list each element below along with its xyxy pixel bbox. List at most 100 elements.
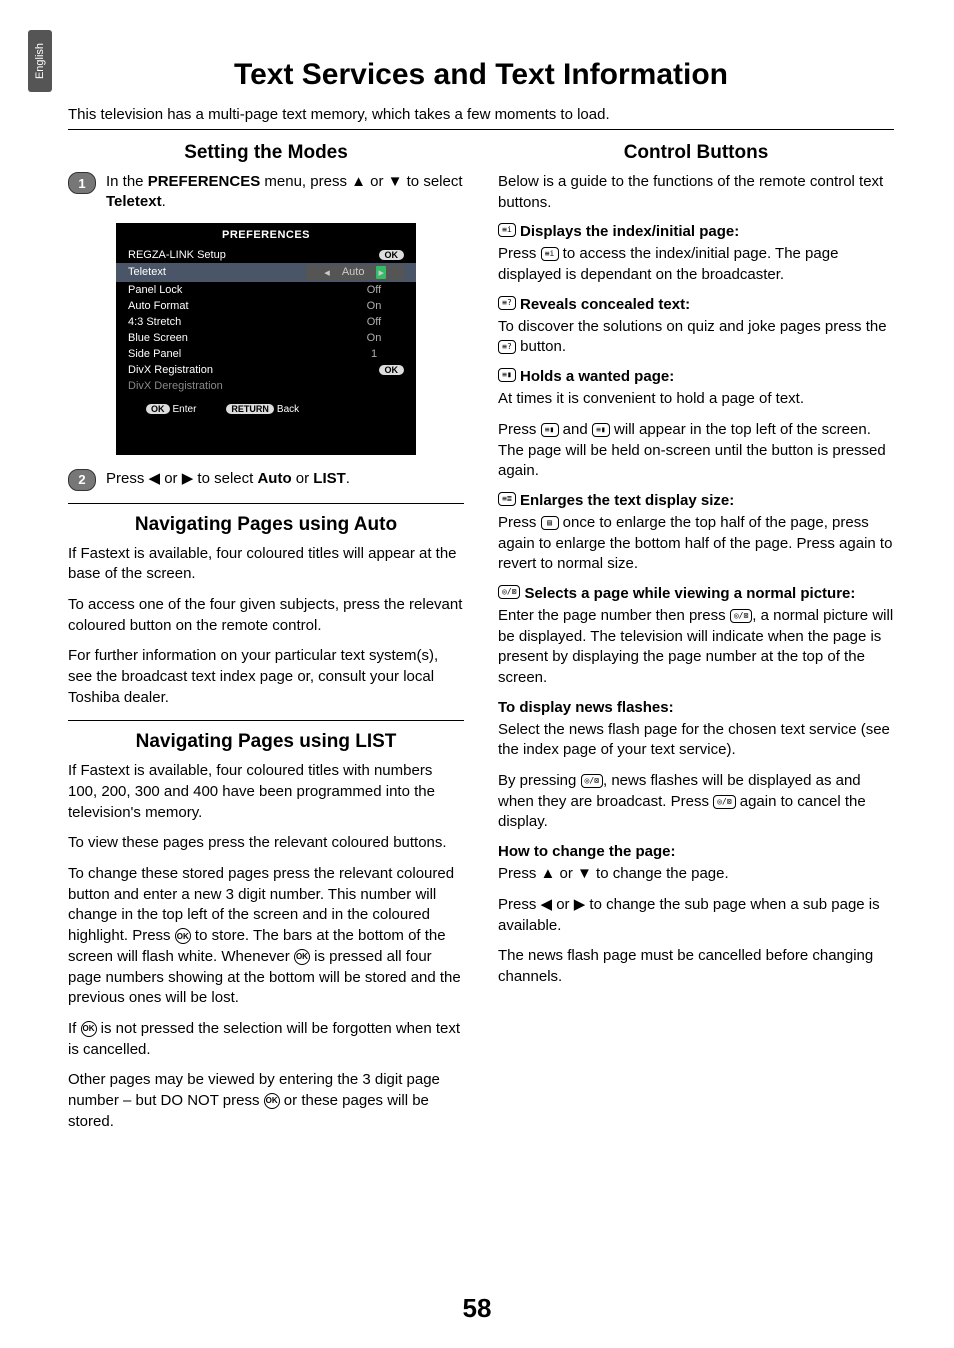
label: DivX Deregistration bbox=[128, 380, 223, 392]
left-column: Setting the Modes 1 In the PREFERENCES m… bbox=[68, 140, 464, 1142]
language-tab-label: English bbox=[34, 43, 46, 79]
t: Holds a wanted page: bbox=[520, 368, 674, 385]
tv-row-auto-format: Auto Format On bbox=[116, 298, 416, 314]
t: PREFERENCES bbox=[148, 173, 261, 190]
t: Teletext bbox=[106, 193, 162, 210]
teletext-pip-icon: ◎/⊠ bbox=[498, 585, 520, 599]
teletext-index-icon: ≡i bbox=[541, 247, 559, 261]
t: button. bbox=[516, 338, 566, 355]
ok-icon: OK bbox=[81, 1021, 97, 1037]
two-column-layout: Setting the Modes 1 In the PREFERENCES m… bbox=[68, 140, 894, 1142]
ok-icon: OK bbox=[294, 949, 310, 965]
t: and bbox=[559, 421, 592, 438]
teletext-enlarge-icon: ≡≣ bbox=[498, 492, 516, 506]
label: Panel Lock bbox=[128, 284, 182, 296]
tv-menu-preferences: PREFERENCES REGZA-LINK SetupOK TeletextA… bbox=[116, 223, 416, 455]
t: Enter bbox=[173, 404, 197, 415]
page-title: Text Services and Text Information bbox=[68, 58, 894, 92]
t: Enlarges the text display size: bbox=[520, 492, 734, 509]
step-badge-1: 1 bbox=[68, 172, 96, 194]
label: REGZA-LINK Setup bbox=[128, 249, 226, 261]
value: Off bbox=[344, 316, 404, 328]
pill: RETURN bbox=[226, 404, 274, 414]
teletext-reveal-icon: ≡? bbox=[498, 340, 516, 354]
footer-back: RETURNBack bbox=[226, 404, 299, 415]
t: Press bbox=[498, 421, 541, 438]
teletext-hold-icon: ≡▮ bbox=[498, 368, 516, 382]
t: Selects a page while viewing a normal pi… bbox=[524, 585, 855, 602]
p-index: Press ≡i to access the index/initial pag… bbox=[498, 244, 894, 285]
cb-intro: Below is a guide to the functions of the… bbox=[498, 172, 894, 213]
label: Auto Format bbox=[128, 300, 189, 312]
page-content: Text Services and Text Information This … bbox=[0, 0, 954, 1142]
step-2: 2 Press ◀ or ▶ to select Auto or LIST. bbox=[68, 469, 464, 491]
t: Press bbox=[498, 245, 541, 262]
label: DivX Registration bbox=[128, 364, 213, 376]
teletext-reveal-icon: ≡? bbox=[498, 296, 516, 310]
selected-value: Auto bbox=[306, 265, 404, 280]
t: Reveals concealed text: bbox=[520, 296, 690, 313]
t: Back bbox=[277, 404, 299, 415]
rule bbox=[68, 720, 464, 721]
heading-setting-modes: Setting the Modes bbox=[68, 142, 464, 164]
heading-nav-auto: Navigating Pages using Auto bbox=[68, 514, 464, 536]
tv-row-blue-screen: Blue ScreenOn bbox=[116, 330, 416, 346]
tv-row-divx-reg: DivX Registration OK bbox=[116, 362, 416, 378]
page-number: 58 bbox=[0, 1293, 954, 1324]
subhead-hold: ≡▮ Holds a wanted page: bbox=[498, 368, 894, 385]
list-p2: To view these pages press the relevant c… bbox=[68, 833, 464, 854]
subhead-change-page: How to change the page: bbox=[498, 843, 894, 860]
p-news-1: Select the news flash page for the chose… bbox=[498, 720, 894, 761]
rule bbox=[68, 503, 464, 504]
t: Displays the index/initial page: bbox=[520, 223, 739, 240]
t: Press ◀ or ▶ to select bbox=[106, 470, 257, 487]
p-enlarge: Press ▤ once to enlarge the top half of … bbox=[498, 513, 894, 575]
tv-row-panel-lock: Panel LockOff bbox=[116, 282, 416, 298]
step-1-text: In the PREFERENCES menu, press ▲ or ▼ to… bbox=[106, 172, 464, 213]
t: Auto bbox=[257, 470, 291, 487]
subhead-news: To display news flashes: bbox=[498, 699, 894, 716]
pill: OK bbox=[146, 404, 170, 414]
teletext-index-icon: ≡i bbox=[498, 223, 516, 237]
list-p1: If Fastext is available, four coloured t… bbox=[68, 761, 464, 823]
step-2-text: Press ◀ or ▶ to select Auto or LIST. bbox=[106, 469, 350, 489]
subhead-index: ≡i Displays the index/initial page: bbox=[498, 223, 894, 240]
ok-pill: OK bbox=[379, 250, 405, 260]
intro-text: This television has a multi-page text me… bbox=[68, 106, 894, 123]
heading-nav-list: Navigating Pages using LIST bbox=[68, 731, 464, 753]
p-news-2: By pressing ◎/⊠, news flashes will be di… bbox=[498, 771, 894, 833]
t: Press bbox=[498, 514, 541, 531]
label: Teletext bbox=[128, 266, 166, 278]
value: On bbox=[344, 332, 404, 344]
t: or bbox=[292, 470, 314, 487]
list-p3: To change these stored pages press the r… bbox=[68, 864, 464, 1009]
tv-row-side-panel: Side Panel1 bbox=[116, 346, 416, 362]
ok-icon: OK bbox=[264, 1093, 280, 1109]
auto-p1: If Fastext is available, four coloured t… bbox=[68, 544, 464, 585]
ok-pill: OK bbox=[379, 365, 405, 375]
p-select-page: Enter the page number then press ◎/⊠, a … bbox=[498, 606, 894, 689]
t: menu, press ▲ or ▼ to select bbox=[260, 173, 462, 190]
tv-row-teletext: Teletext Auto bbox=[116, 263, 416, 282]
tv-footer: OKEnter RETURNBack bbox=[116, 394, 416, 415]
heading-control-buttons: Control Buttons bbox=[498, 142, 894, 164]
auto-p3: For further information on your particul… bbox=[68, 646, 464, 708]
language-tab: English bbox=[28, 30, 52, 92]
list-p4: If OK is not pressed the selection will … bbox=[68, 1019, 464, 1060]
auto-p2: To access one of the four given subjects… bbox=[68, 595, 464, 636]
tv-row-divx-dereg: DivX Deregistration bbox=[116, 378, 416, 394]
p-change-3: The news flash page must be cancelled be… bbox=[498, 946, 894, 987]
t: is not pressed the selection will be for… bbox=[68, 1020, 460, 1058]
list-p5: Other pages may be viewed by entering th… bbox=[68, 1070, 464, 1132]
p-hold-2: Press ≡▮ and ≡▮ will appear in the top l… bbox=[498, 420, 894, 482]
p-reveal: To discover the solutions on quiz and jo… bbox=[498, 317, 894, 358]
step-badge-2: 2 bbox=[68, 469, 96, 491]
top-divider bbox=[68, 129, 894, 130]
ok-icon: OK bbox=[175, 928, 191, 944]
value: On bbox=[344, 300, 404, 312]
t: Enter the page number then press bbox=[498, 607, 730, 624]
p-change-1: Press ▲ or ▼ to change the page. bbox=[498, 864, 894, 885]
teletext-hold-icon: ≡▮ bbox=[541, 423, 559, 437]
p-change-2: Press ◀ or ▶ to change the sub page when… bbox=[498, 895, 894, 936]
subhead-select-page: ◎/⊠ Selects a page while viewing a norma… bbox=[498, 585, 894, 602]
